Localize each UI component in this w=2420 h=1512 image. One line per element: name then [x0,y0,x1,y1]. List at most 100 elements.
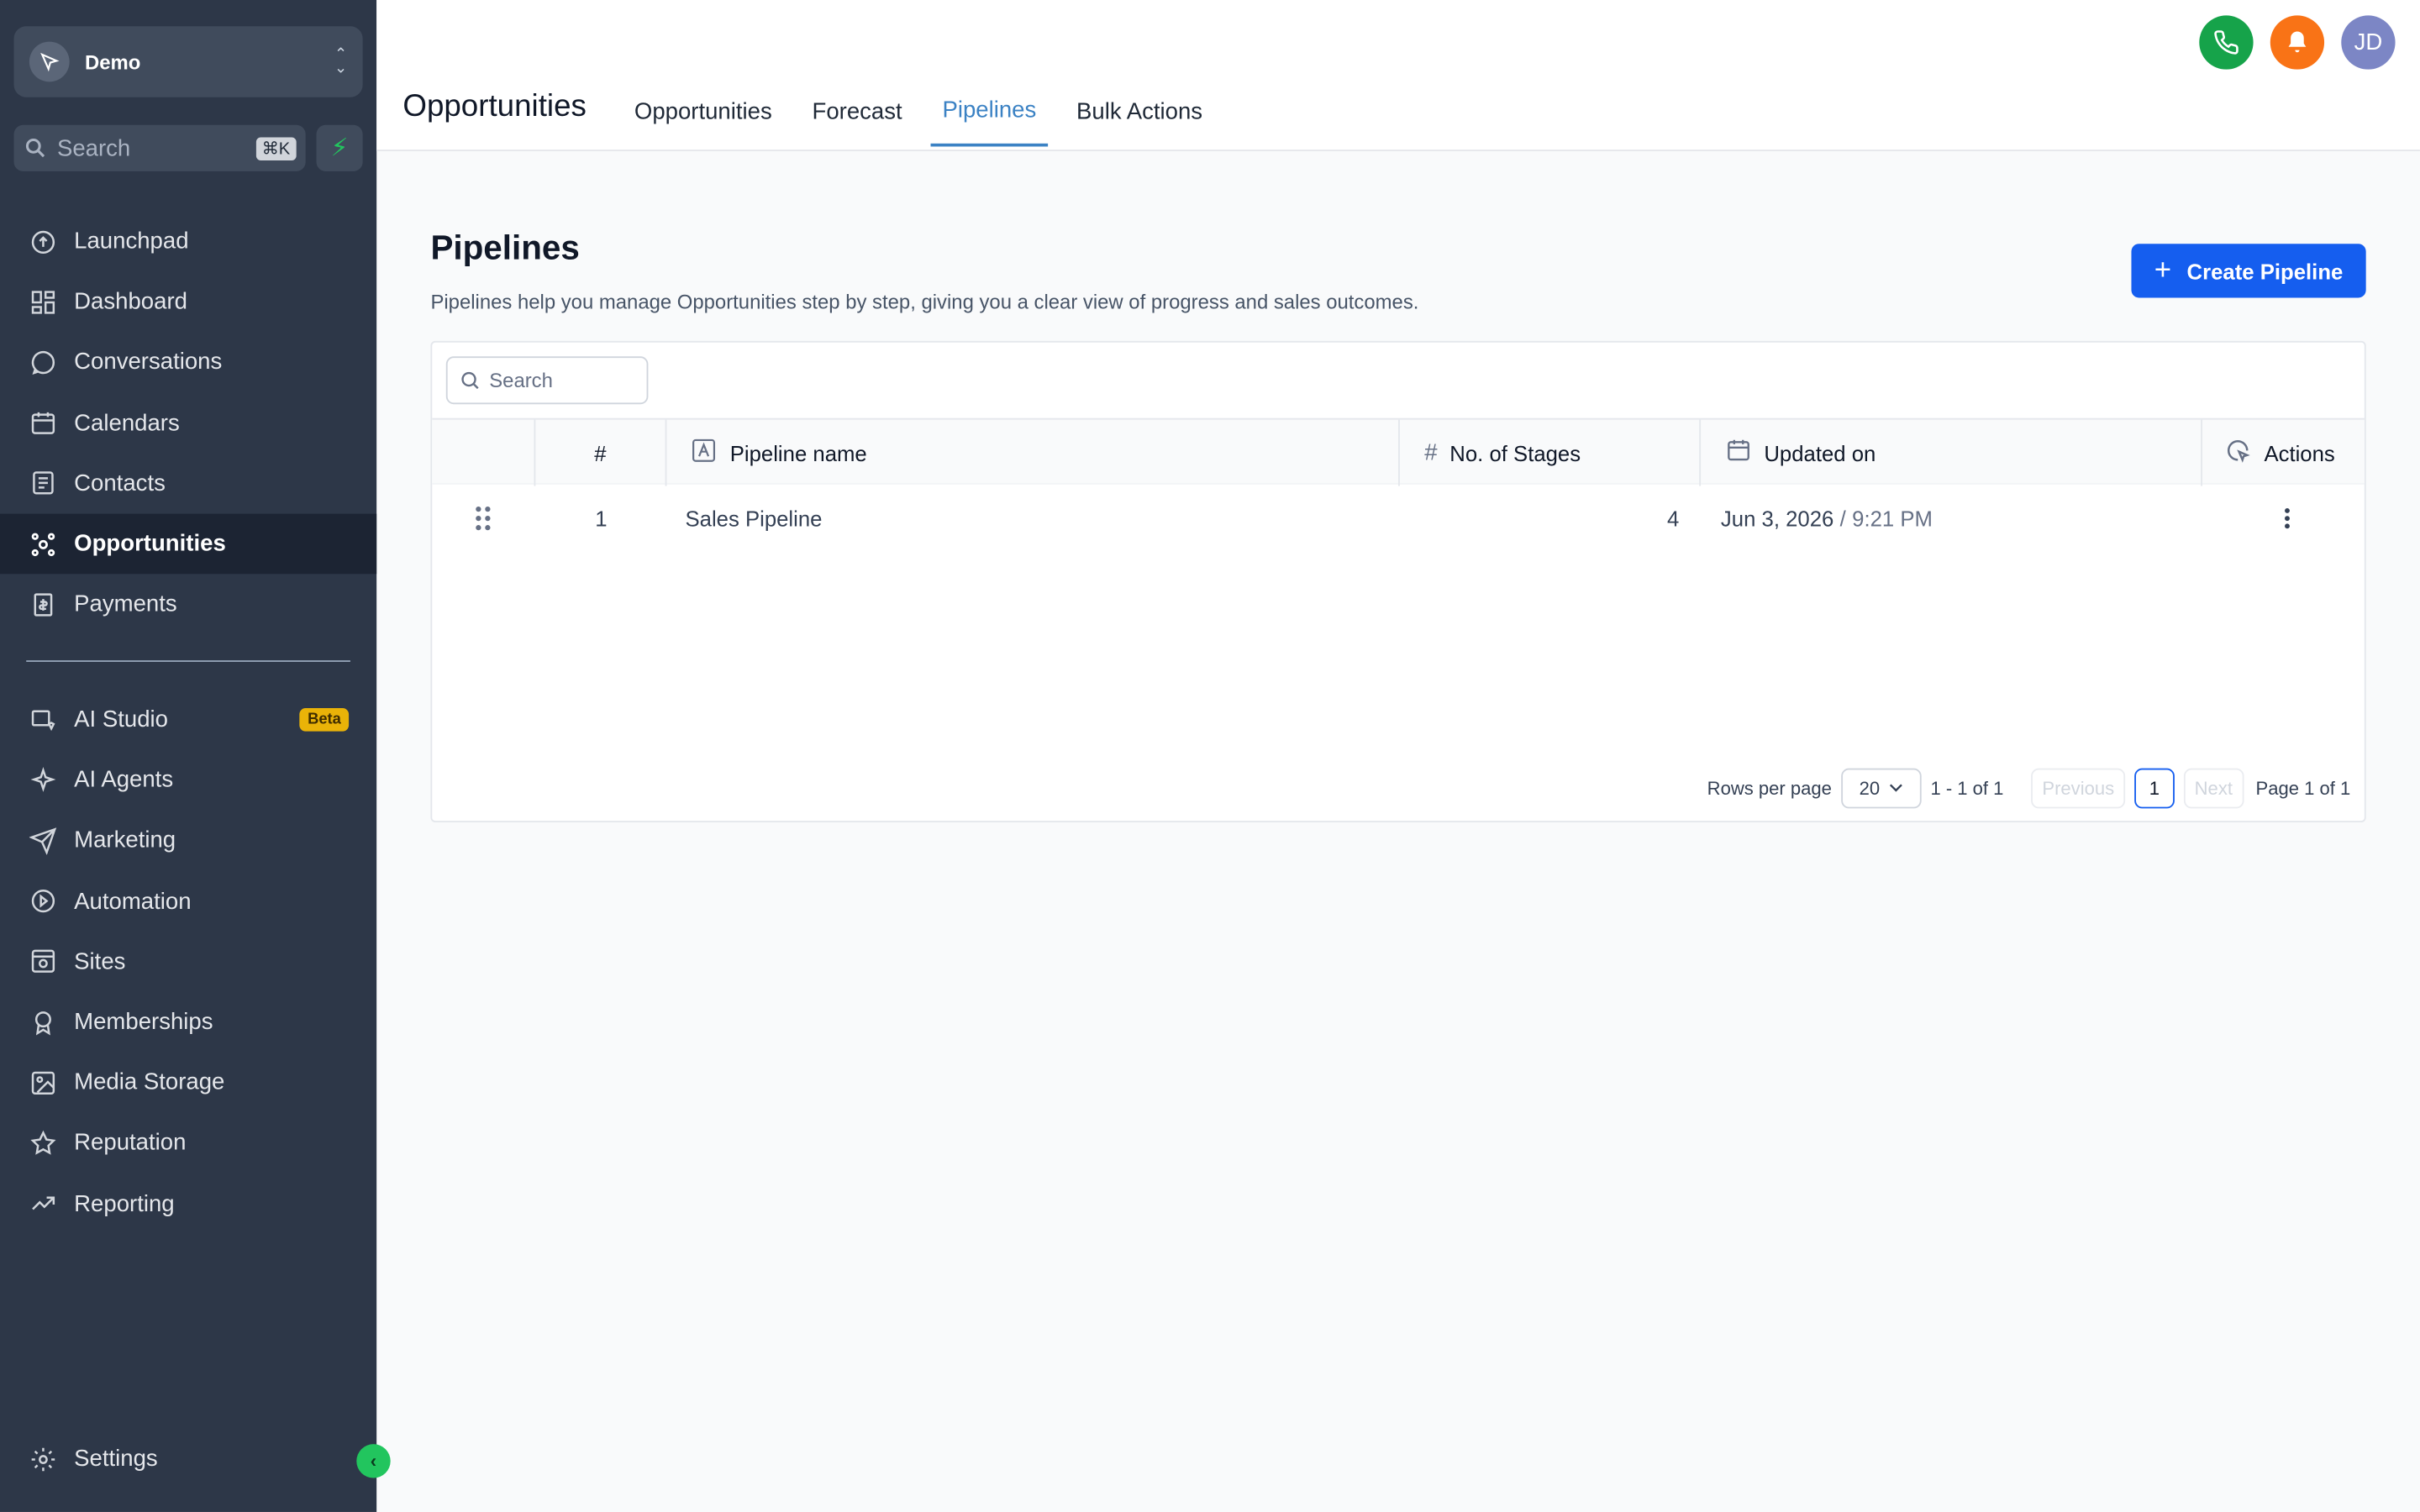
drag-handle-icon [476,506,491,531]
sidebar-search-placeholder: Search [56,134,131,161]
sidebar-item-ai-studio[interactable]: AI Studio Beta [0,690,376,750]
tab-bar: Opportunities Forecast Pipelines Bulk Ac… [622,76,1230,150]
sparkle-icon [28,765,59,796]
badge-icon [28,1007,59,1038]
sidebar-nav-primary: Launchpad Dashboard Conversations Calend… [0,212,377,635]
sidebar-item-launchpad[interactable]: Launchpad [0,212,376,272]
sidebar-item-label: Settings [74,1446,158,1473]
section-description: Pipelines help you manage Opportunities … [430,290,1419,313]
avatar[interactable]: JD [2341,15,2396,70]
table-search-input[interactable]: Search [445,356,649,405]
actions-column-header: Actions [2202,420,2365,486]
updated-column-header[interactable]: Updated on [1701,419,2202,486]
updated-on: Jun 3, 2026 / 9:21 PM [1721,485,2184,553]
sidebar-item-label: Sites [74,948,126,975]
index-column-header[interactable]: # [535,419,667,486]
collapse-sidebar-button[interactable]: ‹ [356,1444,391,1478]
previous-page-button[interactable]: Previous [2031,768,2125,809]
image-icon [28,1067,59,1098]
tab-bulk-actions[interactable]: Bulk Actions [1064,76,1214,146]
sidebar-item-settings[interactable]: Settings [0,1429,376,1489]
text-field-icon [690,436,718,470]
chat-bubble-icon [28,347,59,378]
sidebar-item-label: Marketing [74,827,176,854]
sidebar-item-reputation[interactable]: Reputation [0,1113,376,1173]
drag-handle[interactable] [474,485,505,553]
table-row[interactable]: 1 Sales Pipeline 4 Jun 3, 2026 / 9:21 PM [432,485,2365,553]
stages-header-label: No. of Stages [1449,440,1581,465]
gear-icon [28,1443,59,1474]
plus-icon: + [2154,254,2172,286]
create-pipeline-button[interactable]: + Create Pipeline [2131,244,2366,298]
sidebar-item-media-storage[interactable]: Media Storage [0,1053,376,1113]
calendar-icon [28,407,59,438]
launchpad-icon [28,226,59,257]
chevron-left-icon: ‹ [370,1450,377,1473]
top-header: Opportunities Opportunities Forecast Pip… [376,0,2420,151]
tab-opportunities[interactable]: Opportunities [622,76,784,146]
create-pipeline-label: Create Pipeline [2186,258,2344,284]
tab-forecast[interactable]: Forecast [800,76,915,146]
updated-separator: / [1839,506,1846,531]
sidebar-item-memberships[interactable]: Memberships [0,992,376,1053]
sidebar-item-ai-agents[interactable]: AI Agents [0,750,376,811]
beta-badge: Beta [299,708,350,732]
sidebar-item-contacts[interactable]: Contacts [0,454,376,514]
contacts-icon [28,468,59,499]
account-cursor-icon [29,41,70,82]
actions-header-label: Actions [2264,440,2335,465]
more-vertical-icon [2285,508,2290,529]
notifications-button[interactable] [2270,15,2325,70]
sidebar-item-label: Launchpad [74,228,189,255]
sidebar-item-label: Calendars [74,409,180,437]
sidebar-item-label: Memberships [74,1009,213,1036]
page-title: Opportunities [402,89,587,123]
page-number-button[interactable]: 1 [2134,768,2175,809]
sidebar-divider [26,660,350,662]
pipeline-name-link[interactable]: Sales Pipeline [685,485,1380,553]
pagination-range: 1 - 1 of 1 [1930,777,2004,800]
sidebar-item-label: Opportunities [74,530,226,558]
search-shortcut-badge: ⌘K [255,136,297,160]
sidebar-item-opportunities[interactable]: Opportunities [0,513,377,575]
sidebar-item-reporting[interactable]: Reporting [0,1173,376,1234]
sidebar-item-label: Reporting [74,1190,175,1217]
sidebar-item-conversations[interactable]: Conversations [0,333,376,393]
tab-pipelines[interactable]: Pipelines [929,76,1049,147]
sidebar: Demo ⌃⌄ Search ⌘K ⚡ Launchpad Dashboard [0,0,377,1512]
pipeline-name-header-label: Pipeline name [729,440,867,465]
account-name: Demo [85,50,141,74]
bell-icon [2288,31,2307,53]
rows-per-page-select[interactable]: 20 [1840,768,1922,809]
chevron-down-icon [1889,778,1903,800]
updated-date: Jun 3, 2026 [1720,506,1834,531]
sidebar-item-label: Contacts [74,470,166,497]
pipeline-name-column-header[interactable]: Pipeline name [666,419,1400,486]
sidebar-nav-secondary: AI Studio Beta AI Agents Marketing Autom… [0,690,376,1234]
sidebar-item-label: Media Storage [74,1069,225,1096]
pipelines-table-card: Search # Pipeline name # No. of Stages U… [430,340,2366,822]
dashboard-icon [28,286,59,318]
opportunities-icon [28,528,59,559]
sidebar-item-payments[interactable]: Payments [0,574,376,634]
sidebar-item-label: Reputation [74,1130,187,1157]
sidebar-item-sites[interactable]: Sites [0,932,376,992]
sidebar-search-input[interactable]: Search ⌘K [13,124,306,171]
lightning-bolt-icon: ⚡ [330,135,349,162]
hash-icon: # [1424,439,1438,466]
section-title: Pipelines [430,228,580,267]
pointer-click-icon [2224,436,2252,470]
phone-button[interactable] [2199,15,2254,70]
next-page-button[interactable]: Next [2183,768,2244,809]
ai-studio-icon [28,705,59,736]
account-switcher[interactable]: Demo ⌃ ⌄ [13,26,363,97]
sidebar-item-dashboard[interactable]: Dashboard [0,272,376,333]
sidebar-item-calendars[interactable]: Calendars [0,393,376,454]
stages-column-header[interactable]: # No. of Stages [1400,419,1702,486]
sidebar-item-automation[interactable]: Automation [0,871,376,932]
quick-action-button[interactable]: ⚡ [316,124,363,171]
row-actions-button[interactable] [2272,485,2303,553]
page-info: Page 1 of 1 [2255,777,2351,800]
drag-column-header [432,419,536,486]
sidebar-item-marketing[interactable]: Marketing [0,811,376,871]
